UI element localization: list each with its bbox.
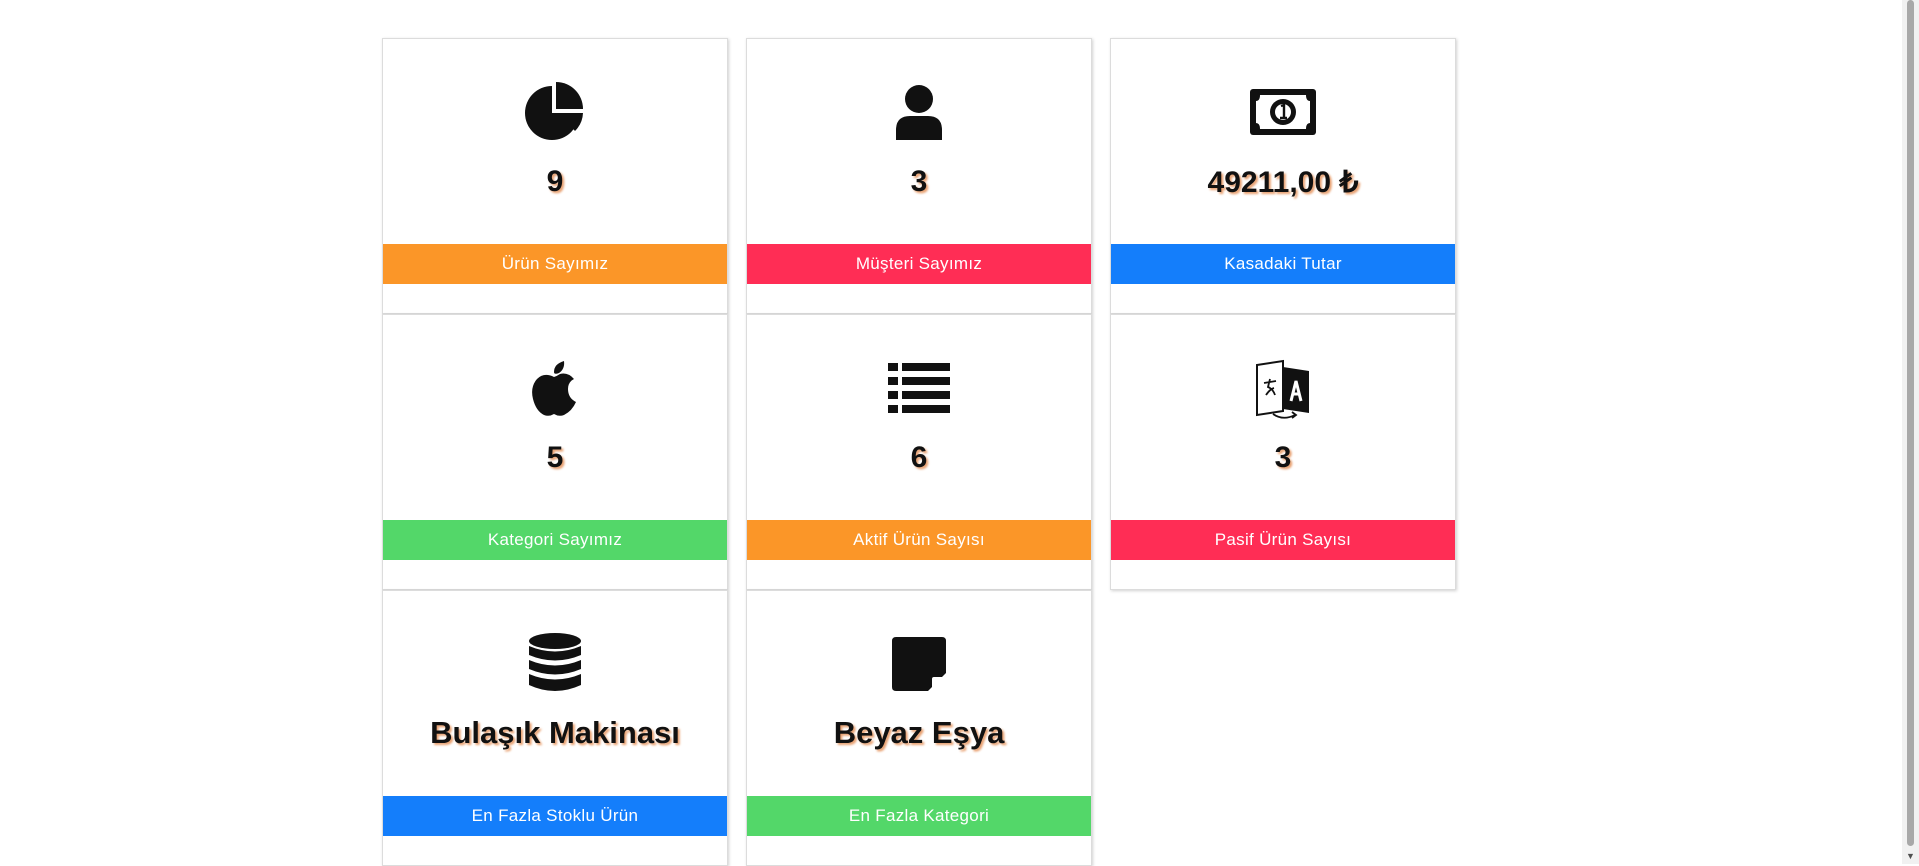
language-icon <box>1111 357 1455 419</box>
stat-label: Kasadaki Tutar <box>1111 244 1455 284</box>
stat-card-top-category: Beyaz Eşya En Fazla Kategori <box>746 590 1092 866</box>
stat-value: 5 <box>546 441 564 474</box>
scrollbar-thumb[interactable] <box>1907 0 1914 846</box>
stat-value: 3 <box>910 165 928 198</box>
pie-chart-icon <box>383 81 727 143</box>
vertical-scrollbar[interactable]: ▼ <box>1902 0 1919 864</box>
stat-value: 49211,00 ₺ <box>1207 166 1359 199</box>
stat-label: Aktif Ürün Sayısı <box>747 520 1091 560</box>
stat-label: Ürün Sayımız <box>383 244 727 284</box>
stat-value: Beyaz Eşya <box>833 715 1005 750</box>
stat-card-passive-products: 3 Pasif Ürün Sayısı <box>1110 314 1456 590</box>
stat-label: Kategori Sayımız <box>383 520 727 560</box>
stat-card-product-count: 9 Ürün Sayımız <box>382 38 728 314</box>
stat-card-customer-count: 3 Müşteri Sayımız <box>746 38 1092 314</box>
user-icon <box>747 81 1091 143</box>
apple-icon <box>383 357 727 419</box>
stat-value: 3 <box>1274 441 1292 474</box>
stats-grid: 9 Ürün Sayımız 3 Müşteri Sayımız 49211,0… <box>382 38 1456 866</box>
stat-card-top-stock-product: Bulaşık Makinası En Fazla Stoklu Ürün <box>382 590 728 866</box>
money-bill-icon <box>1111 81 1455 143</box>
list-icon <box>747 357 1091 419</box>
stat-label: Müşteri Sayımız <box>747 244 1091 284</box>
stat-value: Bulaşık Makinası <box>430 715 680 750</box>
stat-label: En Fazla Kategori <box>747 796 1091 836</box>
stat-card-category-count: 5 Kategori Sayımız <box>382 314 728 590</box>
database-icon <box>383 633 727 695</box>
stat-label: En Fazla Stoklu Ürün <box>383 796 727 836</box>
sticky-note-icon <box>747 633 1091 695</box>
stat-value: 6 <box>910 441 928 474</box>
stat-value: 9 <box>546 165 564 198</box>
stat-card-active-products: 6 Aktif Ürün Sayısı <box>746 314 1092 590</box>
stat-card-cash-amount: 49211,00 ₺ Kasadaki Tutar <box>1110 38 1456 314</box>
stat-label: Pasif Ürün Sayısı <box>1111 520 1455 560</box>
scroll-down-arrow-icon[interactable]: ▼ <box>1902 847 1919 864</box>
